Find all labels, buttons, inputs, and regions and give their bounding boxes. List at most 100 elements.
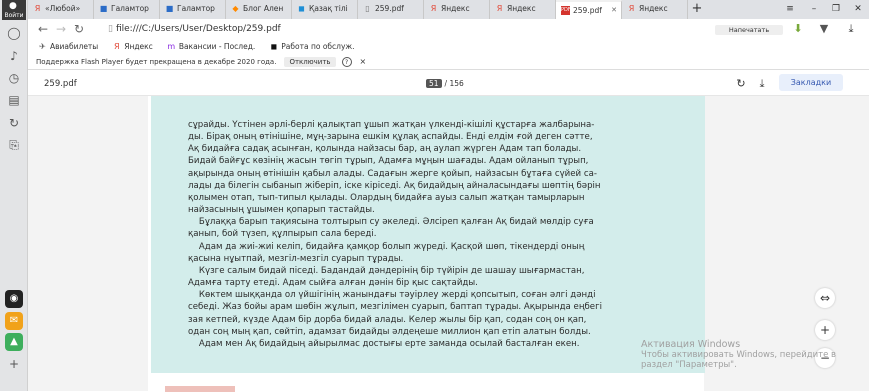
- history-icon[interactable]: ↻: [6, 115, 22, 131]
- close-notification-icon[interactable]: ×: [360, 57, 367, 66]
- watermark-title: Активация Windows: [641, 339, 741, 350]
- tab-active[interactable]: PDF 259.pdf ✕: [556, 0, 622, 19]
- tab-bar: Я «Любой» ■ Галамтор ■ Галамтор ◆ Блог Ален …: [28, 0, 869, 19]
- bookmark-item[interactable]: Я Яндекс: [112, 42, 153, 51]
- tab-title: Яндекс: [441, 4, 470, 13]
- yandex-icon: Я: [628, 4, 635, 13]
- new-tab-icon[interactable]: +: [688, 0, 706, 18]
- notification-icon[interactable]: ♪: [6, 48, 22, 64]
- pdf-filename: 259.pdf: [44, 79, 77, 89]
- tab-title: Қазақ тілі: [309, 4, 348, 13]
- zen-app-icon[interactable]: ◉: [5, 290, 23, 308]
- text-line: одан соң мың қап, сөйтіп, адамзат бидайд…: [188, 326, 591, 337]
- close-window-icon[interactable]: ✕: [847, 0, 869, 18]
- flash-message: Поддержка Flash Player будет прекращена …: [36, 57, 277, 66]
- disable-flash-button[interactable]: Отключить: [284, 56, 336, 67]
- vacancy-icon: m: [167, 42, 176, 51]
- tab-title: Галамтор: [177, 4, 215, 13]
- forward-icon[interactable]: →: [52, 22, 70, 36]
- menu-icon[interactable]: ≡: [779, 0, 801, 18]
- reload-icon[interactable]: ↻: [70, 22, 88, 36]
- bookmark-label: Авиабилеты: [50, 42, 99, 51]
- text-line: себеді. Жаз бойы арам шөбін жұлып, мезгі…: [188, 302, 602, 313]
- pdf-icon: PDF: [561, 6, 571, 15]
- text-line: Күзге салым бидай піседі. Бадандай дәнде…: [188, 265, 585, 276]
- tab[interactable]: Я «Любой»: [28, 0, 94, 19]
- clock-icon[interactable]: ◷: [6, 70, 22, 86]
- back-icon[interactable]: ←: [34, 22, 52, 36]
- mail-app-icon[interactable]: ✉: [5, 312, 23, 330]
- text-line: Көктем шыққанда ол үйшігінің жанындағы т…: [188, 290, 596, 301]
- tab[interactable]: ■ Галамтор: [160, 0, 226, 19]
- download-manager-icon[interactable]: ⤓: [843, 22, 859, 36]
- bookmarks-bar: ✈ Авиабилеты Я Яндекс m Вакансии - Послед. …: [28, 39, 869, 54]
- tab-title: Яндекс: [507, 4, 536, 13]
- gallery-icon: ■: [165, 4, 174, 13]
- plane-icon: ✈: [39, 42, 46, 51]
- downloads-icon[interactable]: ⎘: [6, 137, 22, 153]
- text-line: найзасының ұшымен қопарып тастайды.: [188, 205, 375, 216]
- text-line: Адамға тарту етеді. Адам сыйға алған дән…: [188, 278, 478, 289]
- bookmark-item[interactable]: m Вакансии - Послед.: [167, 42, 255, 51]
- tab-title: Галамтор: [111, 4, 149, 13]
- text-line: зая кетпей, күзде Адам бір дорба бидай а…: [188, 314, 587, 325]
- text-line: Бидай байғұс көзінің жасын төгіп тұрып, …: [188, 156, 589, 167]
- tab-title: «Любой»: [45, 4, 81, 13]
- browser-sidebar: ● Войти ◯ ♪ ◷ ▤ ↻ ⎘ ◉ ✉ ▲ +: [0, 0, 28, 391]
- print-button[interactable]: Напечатать: [715, 25, 783, 35]
- bookmark-label: Работа по обслуж.: [281, 42, 355, 51]
- yandex-icon: Я: [430, 4, 437, 13]
- tab[interactable]: ◼ Қазақ тілі: [292, 0, 358, 19]
- text-line: қолымен отап, тып-типыл қылады. Олардың …: [188, 192, 585, 203]
- pdf-toolbar: 259.pdf 51 / 156 ↻ ⤓ Закладки: [28, 70, 869, 96]
- watermark-line: раздел "Параметры".: [641, 360, 737, 370]
- add-app-icon[interactable]: +: [6, 356, 22, 372]
- gallery-icon: ■: [99, 4, 108, 13]
- minimize-icon[interactable]: –: [803, 0, 825, 18]
- tab[interactable]: Я Яндекс: [424, 0, 490, 19]
- bookmark-item[interactable]: ◼ Работа по обслуж.: [269, 42, 354, 51]
- yandex-icon: Я: [496, 4, 503, 13]
- help-icon[interactable]: ?: [341, 56, 352, 67]
- text-line: Бұлаққа барып тақиясына толтырып су әкел…: [188, 217, 594, 228]
- pdf-page: сұрайды. Үстінен әрлі-берлі қалықтап ұшы…: [148, 96, 705, 391]
- total-pages: / 156: [444, 79, 464, 88]
- current-page-input[interactable]: 51: [426, 79, 442, 88]
- zoom-in-icon[interactable]: +: [815, 320, 835, 340]
- bookmark-item[interactable]: ✈ Авиабилеты: [38, 42, 98, 51]
- blog-icon: ◆: [232, 4, 239, 13]
- text-line: сұрайды. Үстінен әрлі-берлі қалықтап ұшы…: [188, 120, 595, 130]
- close-tab-icon[interactable]: ✕: [611, 6, 617, 14]
- tab-title: Яндекс: [639, 4, 668, 13]
- login-button[interactable]: ● Войти: [2, 0, 26, 20]
- tab[interactable]: ▯ 259.pdf: [358, 0, 424, 19]
- protect-icon[interactable]: ▼: [816, 22, 832, 35]
- user-icon: ●: [9, 1, 17, 11]
- file-icon: ▯: [365, 4, 370, 13]
- windows-activation-watermark: Активация Windows Чтобы активировать Win…: [641, 339, 836, 371]
- tab[interactable]: Я Яндекс: [490, 0, 556, 19]
- text-line: ақырында оның өтінішін қабыл алады. Сада…: [188, 168, 597, 179]
- text-line: қасына нұытпай, мезгіл-мезгіл суарып тұр…: [188, 253, 404, 264]
- file-icon: ▯: [108, 24, 113, 34]
- kz-icon: ◼: [298, 4, 305, 13]
- tab[interactable]: Я Яндекс: [622, 0, 688, 19]
- download-pdf-icon[interactable]: ⤓: [755, 77, 769, 91]
- text-line: Ақ бидайға садақ асынған, қолында найзас…: [188, 144, 582, 155]
- fit-page-icon[interactable]: ⇔: [815, 288, 835, 308]
- alice-icon[interactable]: ◯: [6, 25, 22, 41]
- pdf-bookmarks-button[interactable]: Закладки: [779, 74, 843, 91]
- tab[interactable]: ◆ Блог Ален: [226, 0, 292, 19]
- flash-notification-bar: Поддержка Flash Player будет прекращена …: [28, 54, 869, 70]
- tab[interactable]: ■ Галамтор: [94, 0, 160, 19]
- bookmark-panel-icon[interactable]: ▤: [6, 92, 22, 108]
- bookmark-label: Яндекс: [124, 42, 153, 51]
- text-line: лады да білегін сыбанып жіберіп, іске кі…: [188, 180, 601, 191]
- work-icon: ◼: [270, 42, 278, 51]
- rotate-icon[interactable]: ↻: [734, 77, 748, 90]
- restore-icon[interactable]: ❐: [825, 0, 847, 18]
- download-icon[interactable]: ⬇: [790, 22, 806, 35]
- yandex-icon: Я: [34, 4, 41, 13]
- disk-app-icon[interactable]: ▲: [5, 333, 23, 351]
- tab-title: Блог Ален: [243, 4, 284, 13]
